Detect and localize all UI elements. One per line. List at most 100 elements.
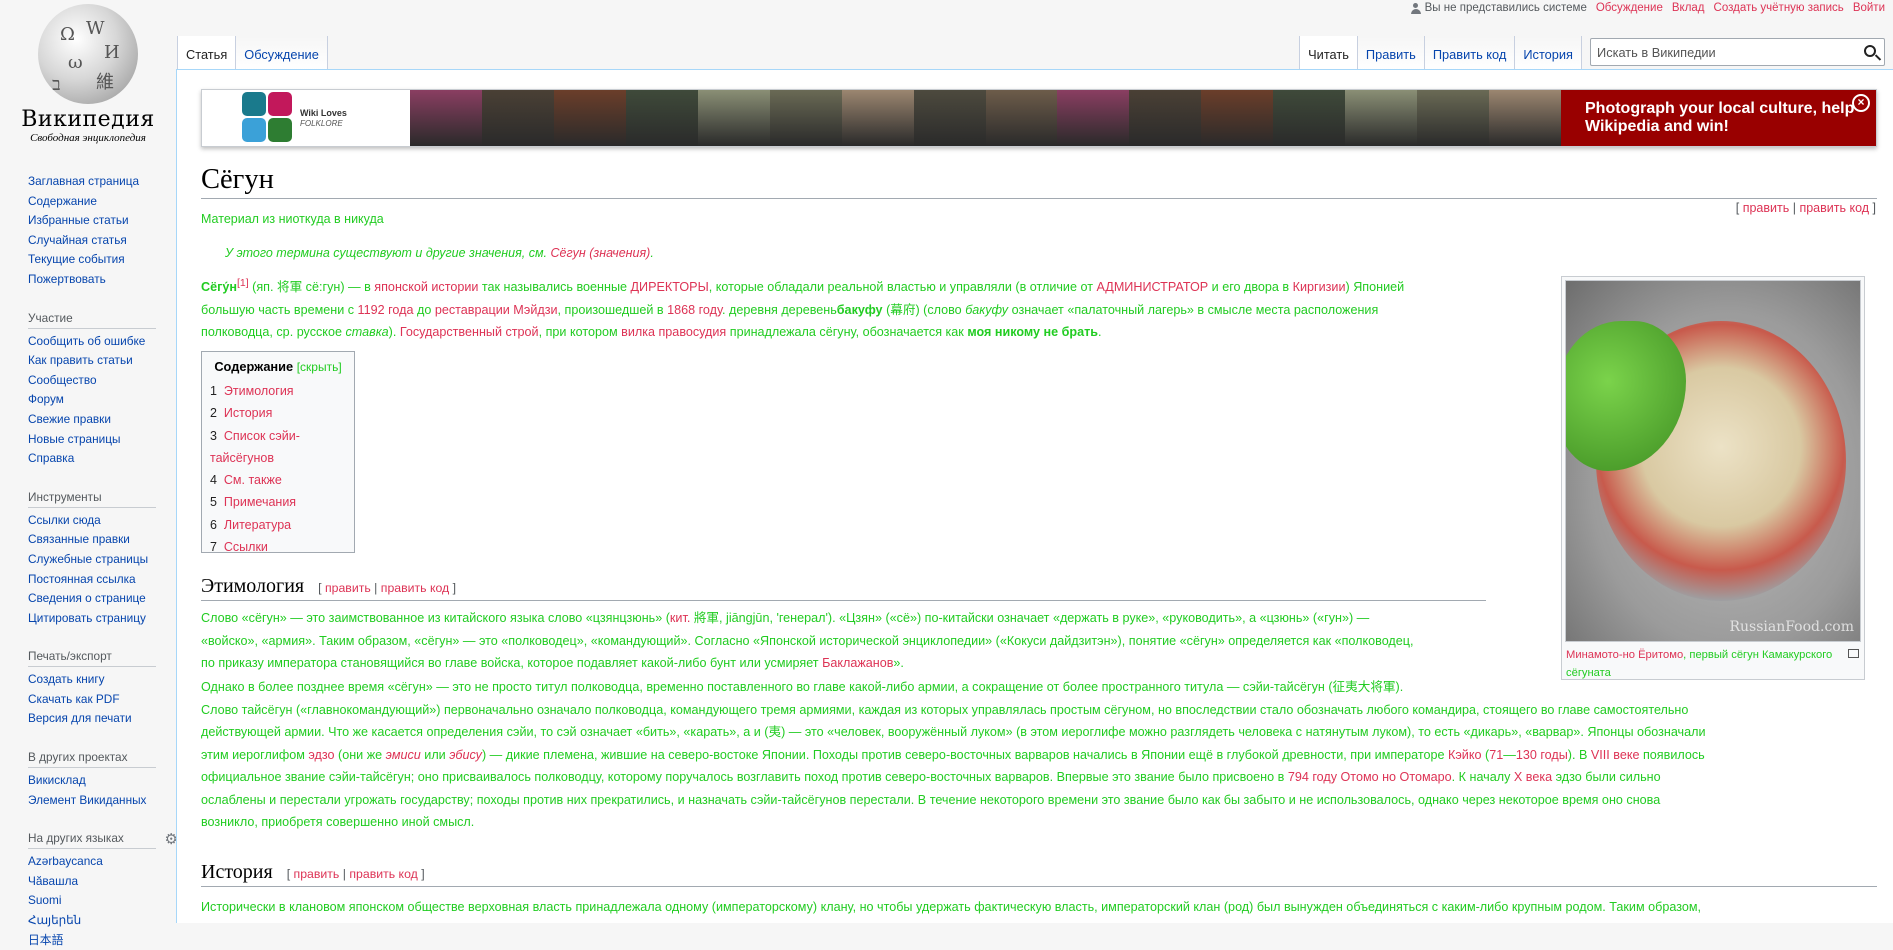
contributions-link[interactable]: Вклад <box>1672 2 1705 14</box>
thumbnail-image[interactable]: RussianFood.com <box>1565 280 1861 642</box>
close-icon[interactable]: × <box>1852 94 1870 112</box>
ety-link-8th-century[interactable]: VIII веке <box>1591 748 1640 762</box>
ety-link-emishi[interactable]: эмиси <box>386 748 421 762</box>
ety-link-71[interactable]: 71 <box>1489 748 1503 762</box>
banner-photo <box>553 90 626 146</box>
toc-item[interactable]: 3 Список сэйи-тайсёгунов <box>210 425 346 470</box>
login-link[interactable]: Войти <box>1853 2 1885 14</box>
wlf-line1-text: Wiki Loves <box>300 107 347 118</box>
site-subtitle: Материал из ниоткуда в никуда <box>201 212 384 226</box>
wlf-line2: FOLKLORE <box>300 118 347 129</box>
sidebar-header-participation: Участие <box>28 311 156 329</box>
section-edit-link[interactable]: править <box>294 867 340 881</box>
section-edit-source-link[interactable]: править код <box>349 867 417 881</box>
lead-link-fork[interactable]: вилка правосудия <box>621 325 726 339</box>
tab-edit[interactable]: Править <box>1357 36 1425 70</box>
ety-p2-text: появилось <box>1639 747 1705 762</box>
wikipedia-logo[interactable]: ΩWИω維ב Википедия Свободная энциклопедия <box>0 0 176 150</box>
lang-item-ja[interactable]: 日本語 <box>28 931 176 950</box>
lang-item-cv[interactable]: Чӑвашла <box>28 872 176 892</box>
section-edit-link[interactable]: править <box>325 581 371 595</box>
lead-link-history[interactable]: японской истории <box>374 280 478 294</box>
sidebar-item-permanent-link[interactable]: Постоянная ссылка <box>28 570 176 590</box>
sidebar-item-related-changes[interactable]: Связанные правки <box>28 530 176 550</box>
sidebar-item-forum[interactable]: Форум <box>28 390 176 410</box>
banner-cta[interactable]: Photograph your local culture, help Wiki… <box>1561 90 1876 146</box>
sidebar-item-special-pages[interactable]: Служебные страницы <box>28 550 176 570</box>
sidebar-item-contents[interactable]: Содержание <box>28 192 176 212</box>
search-icon[interactable] <box>1864 45 1876 57</box>
ety-p1-text: ». <box>893 656 904 670</box>
hatnote-link[interactable]: Сёгун (значения) <box>551 246 651 260</box>
sidebar-item-donate[interactable]: Пожертвовать <box>28 270 176 290</box>
toc-item[interactable]: 5 Примечания <box>210 491 346 513</box>
ety-link-ebisu[interactable]: эбису <box>449 748 482 762</box>
section-heading-etymology: Этимология [ править | править код ] <box>201 575 1486 601</box>
lang-item-fi[interactable]: Suomi <box>28 891 176 911</box>
lead-line-2: большую часть времени с 1192 года до рес… <box>201 299 1501 322</box>
sidebar-item-page-info[interactable]: Сведения о странице <box>28 589 176 609</box>
lead-link-state-system[interactable]: Государственный строй <box>400 325 539 339</box>
edit-source-link[interactable]: править код <box>1799 201 1869 215</box>
lead-link-kyrgyzstan[interactable]: Киргизии <box>1293 280 1346 294</box>
sidebar-item-main-page[interactable]: Заглавная страница <box>28 172 176 192</box>
ety-link-ezo[interactable]: эдзо <box>308 748 334 762</box>
lead-link-admin[interactable]: АДМИНИСТРАТОР <box>1096 280 1208 294</box>
ety-link-10th-century[interactable]: X века <box>1514 770 1552 784</box>
search-input[interactable] <box>1597 44 1847 60</box>
ety-link-eggplants[interactable]: Баклажанов <box>822 656 893 670</box>
lead-bakufu: бакуфу <box>836 302 883 317</box>
lang-item-hy[interactable]: Հայերեն <box>28 911 176 931</box>
sidebar-item-create-book[interactable]: Создать книгу <box>28 670 176 690</box>
toc-item[interactable]: 6 Литература <box>210 514 346 536</box>
create-account-link[interactable]: Создать учётную запись <box>1714 2 1844 14</box>
sidebar-item-current-events[interactable]: Текущие события <box>28 250 176 270</box>
sidebar-item-download-pdf[interactable]: Скачать как PDF <box>28 690 176 710</box>
caption-link[interactable]: Минамото-но Ёритомо <box>1566 649 1683 661</box>
ref-1[interactable]: [1] <box>237 277 249 289</box>
ety-link-otomo[interactable]: Отомо но Отомаро <box>1341 770 1452 784</box>
sidebar-item-commons[interactable]: Викисклад <box>28 771 176 791</box>
tab-article[interactable]: Статья <box>177 36 237 70</box>
lead-link-meiji[interactable]: реставрации Мэйдзи <box>435 303 558 317</box>
sidebar-item-random[interactable]: Случайная статья <box>28 231 176 251</box>
sidebar-item-print-version[interactable]: Версия для печати <box>28 709 176 729</box>
sidebar-item-cite[interactable]: Цитировать страницу <box>28 609 176 629</box>
lead-link-1192[interactable]: 1192 года <box>358 303 414 317</box>
banner-photo <box>697 90 770 146</box>
ety-link-130[interactable]: 130 годы <box>1516 748 1568 762</box>
toc-item[interactable]: 7 Ссылки <box>210 536 346 558</box>
central-notice-banner[interactable]: Wiki Loves FOLKLORE Photograph your loca… <box>201 89 1877 147</box>
sidebar-item-help[interactable]: Справка <box>28 449 176 469</box>
talk-link[interactable]: Обсуждение <box>1596 2 1663 14</box>
sidebar-item-recent-changes[interactable]: Свежие правки <box>28 410 176 430</box>
toc-item[interactable]: 4 См. также <box>210 469 346 491</box>
edit-link[interactable]: править <box>1743 201 1790 215</box>
toc-text: Список сэйи-тайсёгунов <box>210 428 300 465</box>
lead-link-1868[interactable]: 1868 году <box>667 303 722 317</box>
jigsaw-heart-icon <box>242 92 294 144</box>
ety-link-794[interactable]: 794 году <box>1288 770 1337 784</box>
ety-link-keiko[interactable]: Кэйко <box>1448 748 1481 762</box>
tab-history[interactable]: История <box>1515 36 1582 70</box>
toc-item[interactable]: 1 Этимология <box>210 380 346 402</box>
sidebar-item-wikidata[interactable]: Элемент Викиданных <box>28 791 176 811</box>
sidebar-item-how-to-edit[interactable]: Как править статьи <box>28 351 176 371</box>
toc-hide-toggle[interactable]: [скрыть] <box>297 360 342 374</box>
logo-wordmark: Википедия <box>21 107 155 132</box>
tab-edit-source[interactable]: Править код <box>1424 36 1516 70</box>
sidebar-item-report-error[interactable]: Сообщить об ошибке <box>28 332 176 352</box>
lang-item-az[interactable]: Azərbaycanca <box>28 852 176 872</box>
ety-link-chinese[interactable]: кит. <box>670 611 690 625</box>
tab-talk[interactable]: Обсуждение <box>236 36 328 70</box>
magnify-icon[interactable] <box>1848 649 1859 658</box>
tab-read[interactable]: Читать <box>1299 36 1358 70</box>
section-edit-source-link[interactable]: править код <box>381 581 449 595</box>
lead-bakufu-italic: бакуфу <box>965 302 1009 317</box>
sidebar-item-community[interactable]: Сообщество <box>28 371 176 391</box>
toc-item[interactable]: 2 История <box>210 402 346 424</box>
sidebar-item-what-links-here[interactable]: Ссылки сюда <box>28 511 176 531</box>
sidebar-item-featured[interactable]: Избранные статьи <box>28 211 176 231</box>
lead-link-directors[interactable]: ДИРЕКТОРЫ <box>631 280 709 294</box>
sidebar-item-new-pages[interactable]: Новые страницы <box>28 430 176 450</box>
